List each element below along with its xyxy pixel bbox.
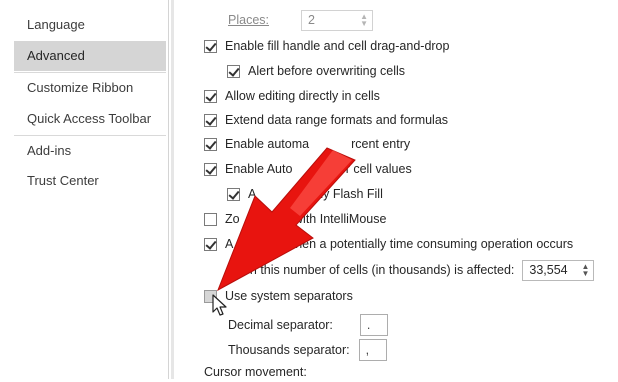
places-spinner[interactable]: 2 ▲ ▼: [301, 9, 373, 31]
checkbox-icon[interactable]: [204, 89, 217, 103]
spinner-arrows-icon[interactable]: ▲ ▼: [581, 263, 589, 278]
checkbox-icon[interactable]: [204, 39, 217, 53]
decimal-separator-field[interactable]: .: [359, 314, 388, 336]
sidebar-item-add-ins[interactable]: Add-ins: [14, 136, 166, 166]
checkbox-icon[interactable]: [227, 64, 240, 78]
thousands-separator-field[interactable]: ,: [358, 339, 387, 361]
places-value: 2: [308, 13, 315, 27]
alert-overwrite-label: Alert before overwriting cells: [248, 64, 406, 78]
sidebar-item-customize-ribbon[interactable]: Customize Ribbon: [14, 73, 166, 103]
cells-affected-spinner[interactable]: 33,554 ▲ ▼: [522, 259, 595, 281]
sidebar-item-language[interactable]: Language: [14, 10, 166, 40]
cursor-movement-label: Cursor movement:: [204, 365, 307, 379]
alert-overwrite-option[interactable]: Alert before overwriting cells: [227, 61, 405, 81]
zoom-roll-label-right: d with IntelliMouse: [283, 212, 387, 226]
system-separators-option[interactable]: Use system separators: [204, 286, 353, 306]
sidebar-item-quick-access-toolbar[interactable]: Quick Access Toolbar: [14, 104, 166, 134]
auto-percent-label-left: Enable automa: [225, 137, 310, 151]
flash-fill-option[interactable]: A ly Flash Fill: [227, 184, 383, 204]
sidebar-item-trust-center[interactable]: Trust Center: [14, 166, 166, 196]
content-scroll-gutter: [169, 0, 177, 379]
flash-fill-label-left: A: [248, 187, 257, 201]
system-separators-label: Use system separators: [225, 289, 353, 303]
thousands-separator-row: Thousands separator: ,: [228, 338, 387, 362]
cells-affected-row: hen this number of cells (in thousands) …: [236, 259, 595, 281]
allow-editing-label: Allow editing directly in cells: [225, 89, 380, 103]
autocomplete-option[interactable]: Enable Auto ete for cell values: [204, 159, 412, 179]
cursor-movement-row: Cursor movement:: [204, 362, 307, 382]
allow-editing-option[interactable]: Allow editing directly in cells: [204, 86, 380, 106]
auto-percent-label-right: rcent entry: [351, 137, 411, 151]
autocomplete-label-left: Enable Auto: [225, 162, 293, 176]
zoom-roll-label-left: Zo: [225, 212, 240, 226]
checkbox-icon[interactable]: [204, 137, 217, 151]
checkbox-icon[interactable]: [204, 113, 217, 127]
alert-slow-label-left: A: [225, 237, 234, 251]
alert-slow-label-right: ser when a potentially time consuming op…: [265, 237, 574, 251]
checkbox-icon[interactable]: [204, 162, 217, 176]
fill-handle-option[interactable]: Enable fill handle and cell drag-and-dro…: [204, 36, 449, 56]
cells-affected-label: hen this number of cells (in thousands) …: [236, 263, 515, 277]
checkbox-icon[interactable]: [204, 212, 217, 226]
extend-formats-label: Extend data range formats and formulas: [225, 113, 449, 127]
options-sidebar: Language Advanced Customize Ribbon Quick…: [0, 0, 169, 379]
checkbox-icon[interactable]: [204, 289, 217, 303]
autocomplete-label-right: ete for cell values: [314, 162, 412, 176]
decimal-separator-label: Decimal separator:: [228, 318, 333, 332]
flash-fill-label-right: ly Flash Fill: [320, 187, 383, 201]
places-row: Places: 2 ▲ ▼: [228, 9, 373, 31]
checkbox-icon[interactable]: [204, 237, 217, 251]
cells-affected-value: 33,554: [529, 263, 568, 277]
decimal-separator-row: Decimal separator: .: [228, 313, 388, 337]
spinner-arrows-icon[interactable]: ▲ ▼: [360, 13, 368, 28]
sidebar-item-advanced[interactable]: Advanced: [14, 41, 166, 71]
checkbox-icon[interactable]: [227, 187, 240, 201]
places-label: Places:: [228, 13, 269, 27]
alert-slow-option[interactable]: A ser when a potentially time consuming …: [204, 234, 573, 254]
thousands-separator-label: Thousands separator:: [228, 343, 350, 357]
extend-formats-option[interactable]: Extend data range formats and formulas: [204, 110, 448, 130]
zoom-roll-option[interactable]: Zo d with IntelliMouse: [204, 209, 386, 229]
fill-handle-label: Enable fill handle and cell drag-and-dro…: [225, 39, 450, 53]
auto-percent-option[interactable]: Enable automa rcent entry: [204, 134, 410, 154]
